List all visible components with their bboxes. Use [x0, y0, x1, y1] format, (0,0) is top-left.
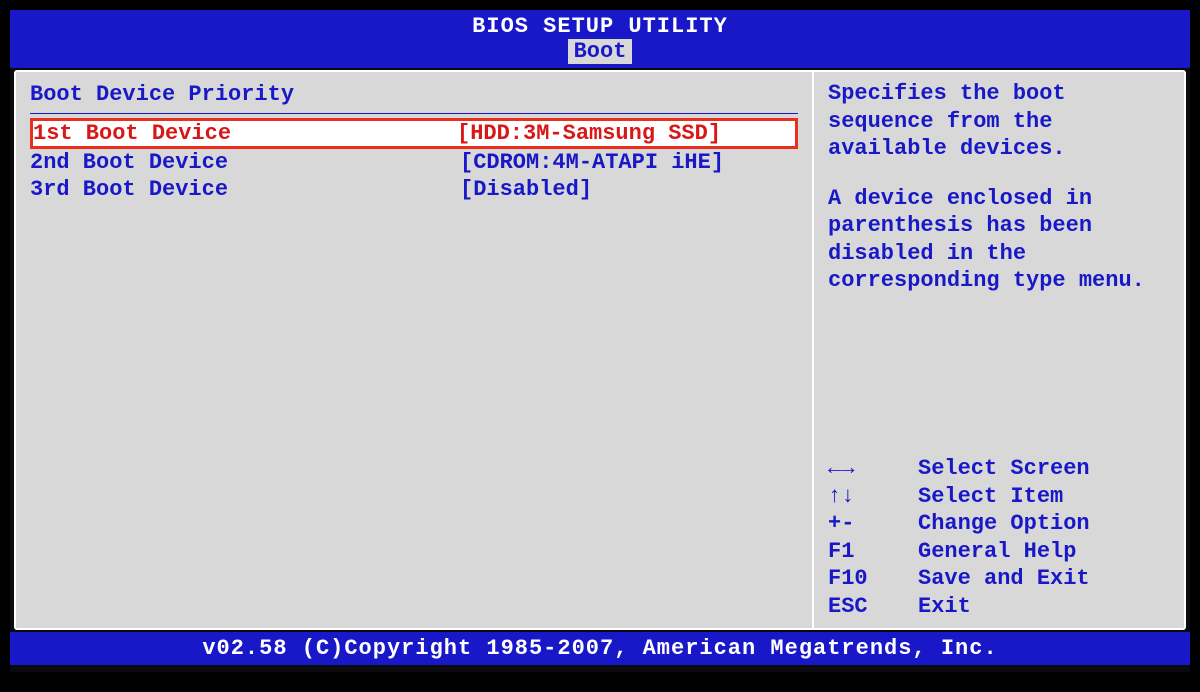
key-action: Save and Exit: [918, 565, 1090, 593]
boot-device-row-2[interactable]: 2nd Boot Device [CDROM:4M-ATAPI iHE]: [16, 149, 812, 176]
key-row-exit: ESC Exit: [828, 593, 1170, 621]
boot-device-row-3[interactable]: 3rd Boot Device [Disabled]: [16, 176, 812, 203]
key-symbol: F10: [828, 565, 918, 593]
key-row-change-option: +- Change Option: [828, 510, 1170, 538]
section-divider: [30, 113, 798, 114]
boot-device-value: [Disabled]: [460, 177, 798, 202]
key-symbol: F1: [828, 538, 918, 566]
key-symbol: ESC: [828, 593, 918, 621]
key-action: Select Item: [918, 483, 1063, 511]
boot-device-label: 3rd Boot Device: [30, 177, 460, 202]
key-action: General Help: [918, 538, 1076, 566]
key-symbol: ←→: [828, 455, 918, 483]
tab-bar: Boot: [10, 39, 1190, 68]
section-title: Boot Device Priority: [16, 80, 812, 113]
bios-title: BIOS SETUP UTILITY: [10, 10, 1190, 39]
key-row-general-help: F1 General Help: [828, 538, 1170, 566]
key-action: Change Option: [918, 510, 1090, 538]
footer-copyright: v02.58 (C)Copyright 1985-2007, American …: [10, 632, 1190, 665]
main-container: Boot Device Priority 1st Boot Device [HD…: [14, 70, 1186, 630]
boot-device-value: [CDROM:4M-ATAPI iHE]: [460, 150, 798, 175]
key-row-select-item: ↑↓ Select Item: [828, 483, 1170, 511]
bios-screen: BIOS SETUP UTILITY Boot Boot Device Prio…: [10, 10, 1190, 672]
key-row-select-screen: ←→ Select Screen: [828, 455, 1170, 483]
spacer: [828, 295, 1170, 456]
help-paragraph-2: A device enclosed in parenthesis has bee…: [828, 185, 1170, 295]
boot-device-row-1[interactable]: 1st Boot Device [HDD:3M-Samsung SSD]: [30, 118, 798, 149]
key-symbol: +-: [828, 510, 918, 538]
spacer: [828, 163, 1170, 185]
key-action: Exit: [918, 593, 971, 621]
key-symbol: ↑↓: [828, 483, 918, 511]
key-hints: ←→ Select Screen ↑↓ Select Item +- Chang…: [828, 455, 1170, 620]
key-action: Select Screen: [918, 455, 1090, 483]
right-panel: Specifies the boot sequence from the ava…: [814, 72, 1184, 628]
help-paragraph-1: Specifies the boot sequence from the ava…: [828, 80, 1170, 163]
left-panel: Boot Device Priority 1st Boot Device [HD…: [16, 72, 814, 628]
key-row-save-exit: F10 Save and Exit: [828, 565, 1170, 593]
boot-device-label: 2nd Boot Device: [30, 150, 460, 175]
tab-boot[interactable]: Boot: [568, 39, 633, 64]
boot-device-value: [HDD:3M-Samsung SSD]: [457, 121, 795, 146]
boot-device-label: 1st Boot Device: [33, 121, 457, 146]
